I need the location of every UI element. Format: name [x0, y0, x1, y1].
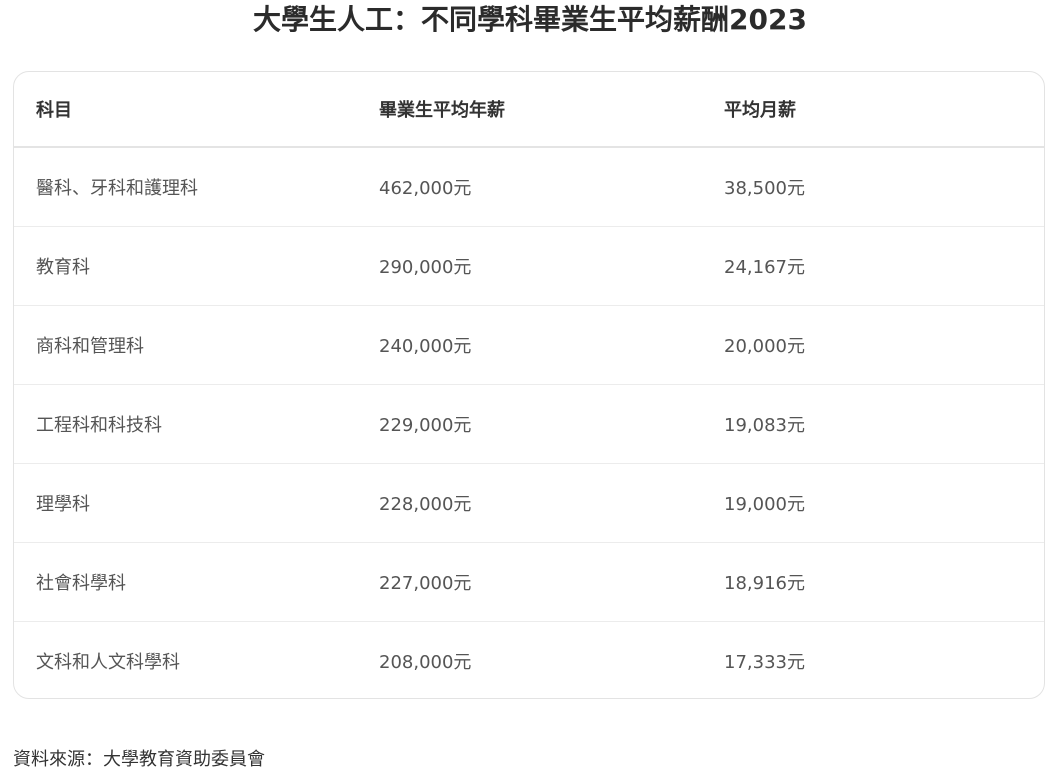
header-monthly-salary: 平均月薪 [702, 72, 1044, 148]
cell-subject: 社會科學科 [14, 542, 357, 622]
cell-annual-salary: 229,000元 [357, 384, 702, 464]
cell-monthly-salary: 24,167元 [702, 226, 1044, 306]
cell-annual-salary: 240,000元 [357, 305, 702, 385]
cell-monthly-salary: 38,500元 [702, 147, 1044, 227]
table-row: 商科和管理科 240,000元 20,000元 [14, 305, 1044, 385]
cell-subject: 醫科、牙科和護理科 [14, 147, 357, 227]
cell-monthly-salary: 18,916元 [702, 542, 1044, 622]
page-title: 大學生人工：不同學科畢業生平均薪酬2023 [253, 3, 807, 36]
cell-monthly-salary: 19,000元 [702, 463, 1044, 543]
header-annual-salary: 畢業生平均年薪 [357, 72, 702, 148]
cell-annual-salary: 462,000元 [357, 147, 702, 227]
cell-subject: 商科和管理科 [14, 305, 357, 385]
cell-subject: 理學科 [14, 463, 357, 543]
cell-monthly-salary: 19,083元 [702, 384, 1044, 464]
cell-annual-salary: 227,000元 [357, 542, 702, 622]
table-row: 社會科學科 227,000元 18,916元 [14, 542, 1044, 622]
cell-subject: 文科和人文科學科 [36, 652, 180, 673]
source-note: 資料來源：大學教育資助委員會 [13, 749, 265, 770]
cell-annual-salary: 228,000元 [357, 463, 702, 543]
table-row: 醫科、牙科和護理科 462,000元 38,500元 [14, 147, 1044, 227]
salary-table-card: 科目 畢業生平均年薪 平均月薪 醫科、牙科和護理科 462,000元 38,50… [13, 71, 1045, 699]
cell-annual-salary: 208,000元 [379, 652, 472, 673]
cell-monthly-salary: 17,333元 [724, 652, 805, 673]
cell-subject: 教育科 [14, 226, 357, 306]
table-header-row: 科目 畢業生平均年薪 平均月薪 [14, 72, 1044, 148]
cell-subject: 工程科和科技科 [14, 384, 357, 464]
table-row: 理學科 228,000元 19,000元 [14, 463, 1044, 543]
table-row: 文科和人文科學科 208,000元 17,333元 [14, 622, 1044, 699]
cell-annual-salary: 290,000元 [357, 226, 702, 306]
cell-monthly-salary: 20,000元 [702, 305, 1044, 385]
header-subject: 科目 [14, 72, 357, 148]
table-row: 教育科 290,000元 24,167元 [14, 226, 1044, 306]
table-row: 工程科和科技科 229,000元 19,083元 [14, 384, 1044, 464]
salary-table: 科目 畢業生平均年薪 平均月薪 醫科、牙科和護理科 462,000元 38,50… [14, 72, 1044, 699]
